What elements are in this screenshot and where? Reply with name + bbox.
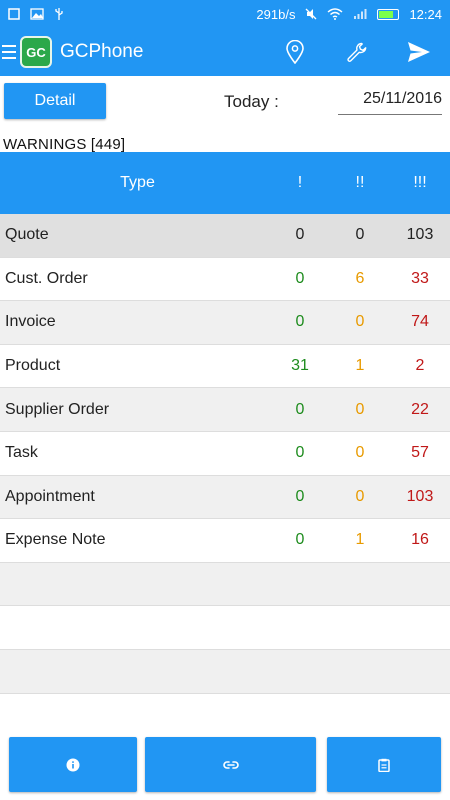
notification-icon bbox=[8, 8, 20, 20]
row-type: Cust. Order bbox=[5, 269, 88, 287]
row-type: Supplier Order bbox=[5, 400, 110, 418]
row-type: Invoice bbox=[5, 313, 56, 331]
wrench-icon bbox=[347, 42, 367, 62]
row-level-1: 31 bbox=[291, 357, 309, 375]
row-level-2: 0 bbox=[355, 400, 365, 418]
row-level-1: 0 bbox=[295, 226, 305, 244]
row-level-2: 0 bbox=[355, 313, 365, 331]
header-type: Type bbox=[120, 174, 155, 191]
app-bar: GC GCPhone bbox=[0, 28, 450, 76]
header-level-3: !!! bbox=[413, 174, 427, 191]
row-level-1: 0 bbox=[295, 269, 305, 287]
info-icon bbox=[66, 758, 80, 771]
network-speed: 291b/s bbox=[256, 6, 296, 22]
location-pin-icon bbox=[286, 40, 304, 64]
image-icon bbox=[30, 8, 44, 20]
empty-row bbox=[0, 649, 450, 694]
detail-button[interactable]: Detail bbox=[4, 83, 106, 119]
row-level-3: 22 bbox=[411, 400, 429, 418]
row-level-3: 2 bbox=[415, 357, 425, 375]
menu-icon[interactable] bbox=[2, 45, 16, 59]
row-level-1: 0 bbox=[295, 444, 305, 462]
warnings-label: WARNINGS [449] bbox=[3, 136, 126, 153]
link-button[interactable] bbox=[145, 737, 316, 792]
date-field[interactable]: 25/11/2016 bbox=[338, 90, 442, 115]
row-level-1: 0 bbox=[295, 400, 305, 418]
status-bar: 291b/s 12:24 bbox=[0, 0, 450, 28]
row-level-2: 0 bbox=[355, 444, 365, 462]
row-level-2: 0 bbox=[355, 487, 365, 505]
clipboard-button[interactable] bbox=[327, 737, 441, 792]
empty-row bbox=[0, 694, 450, 738]
empty-row bbox=[0, 606, 450, 650]
row-level-2: 6 bbox=[355, 269, 365, 287]
row-type: Expense Note bbox=[5, 531, 106, 549]
table-row[interactable]: Product 31 1 2 bbox=[0, 345, 450, 389]
row-level-2: 1 bbox=[355, 357, 365, 375]
table-row[interactable]: Invoice 0 0 74 bbox=[0, 301, 450, 345]
row-level-1: 0 bbox=[295, 531, 305, 549]
table-row[interactable]: Appointment 0 0 103 bbox=[0, 475, 450, 520]
row-level-2: 1 bbox=[355, 531, 365, 549]
row-type: Quote bbox=[5, 226, 49, 244]
battery-icon bbox=[377, 8, 400, 20]
row-type: Product bbox=[5, 357, 61, 375]
link-icon bbox=[222, 760, 239, 769]
info-button[interactable] bbox=[9, 737, 137, 792]
location-button[interactable] bbox=[264, 28, 326, 76]
app-logo: GC bbox=[20, 36, 52, 68]
header-level-1: ! bbox=[297, 174, 303, 191]
today-label: Today : bbox=[224, 92, 279, 111]
row-level-3: 16 bbox=[411, 531, 429, 549]
settings-button[interactable] bbox=[326, 28, 388, 76]
wifi-icon bbox=[327, 8, 343, 20]
row-level-1: 0 bbox=[295, 313, 305, 331]
row-level-3: 57 bbox=[411, 444, 429, 462]
app-title: GCPhone bbox=[60, 41, 144, 62]
send-button[interactable] bbox=[388, 28, 450, 76]
header-level-2: !! bbox=[355, 174, 365, 191]
table-row[interactable]: Quote 0 0 103 bbox=[0, 214, 450, 258]
empty-row bbox=[0, 562, 450, 607]
send-icon bbox=[408, 42, 430, 62]
row-level-3: 103 bbox=[406, 226, 434, 244]
table-row[interactable]: Task 0 0 57 bbox=[0, 432, 450, 476]
clock: 12:24 bbox=[409, 6, 442, 22]
table-row[interactable]: Expense Note 0 1 16 bbox=[0, 519, 450, 563]
table-header: Type ! !! !!! bbox=[0, 152, 450, 214]
clipboard-icon bbox=[378, 758, 390, 772]
row-level-1: 0 bbox=[295, 487, 305, 505]
bottom-action-bar bbox=[0, 737, 450, 792]
signal-icon bbox=[354, 9, 367, 19]
warnings-table: Type ! !! !!! Quote 0 0 103 Cust. Order … bbox=[0, 152, 450, 737]
row-type: Task bbox=[5, 444, 38, 462]
row-level-3: 103 bbox=[406, 487, 434, 505]
mute-icon bbox=[305, 8, 317, 20]
table-row[interactable]: Cust. Order 0 6 33 bbox=[0, 258, 450, 302]
row-level-3: 74 bbox=[411, 313, 429, 331]
row-level-2: 0 bbox=[355, 226, 365, 244]
usb-icon bbox=[55, 8, 63, 20]
row-level-3: 33 bbox=[411, 269, 429, 287]
row-type: Appointment bbox=[5, 487, 95, 505]
table-row[interactable]: Supplier Order 0 0 22 bbox=[0, 388, 450, 432]
